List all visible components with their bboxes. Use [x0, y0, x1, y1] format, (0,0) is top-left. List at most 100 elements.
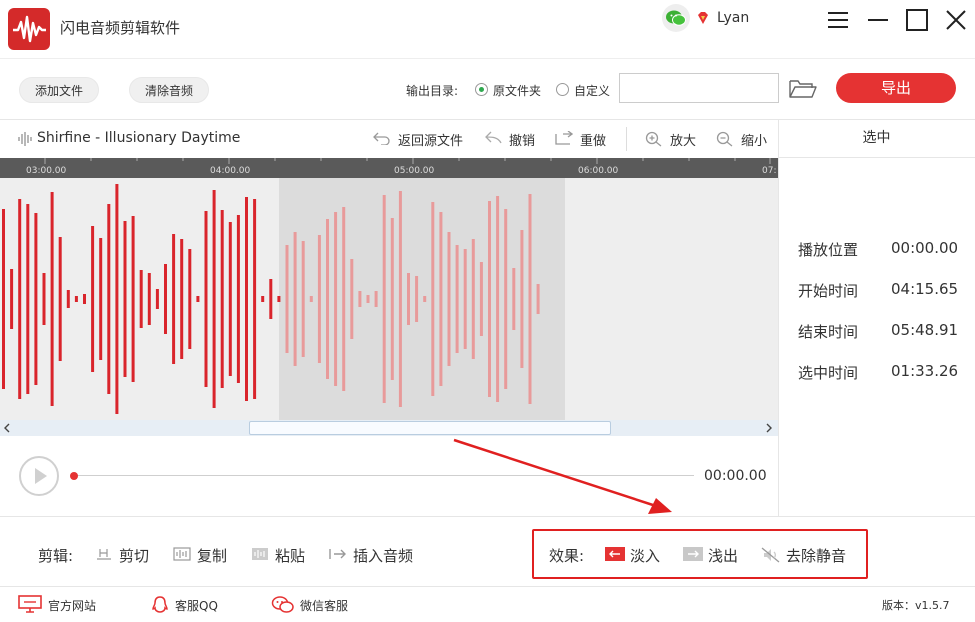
waveform-bar	[34, 213, 38, 385]
waveform-graph	[0, 178, 778, 420]
waveform-bar	[390, 218, 394, 380]
waveform-bar	[536, 284, 540, 314]
output-path-input[interactable]	[619, 73, 779, 103]
waveform-bar	[293, 232, 297, 366]
waveform-bar	[91, 226, 95, 372]
waveform-bar	[155, 289, 159, 309]
waveform-bar	[520, 230, 524, 368]
waveform-bar	[245, 197, 248, 401]
zoom-in-icon[interactable]	[645, 131, 662, 147]
play-position-value: 00:00.00	[891, 239, 959, 257]
waveform-bar	[463, 249, 467, 349]
fade-out-button[interactable]: 浅出	[708, 545, 738, 566]
zoom-in-button[interactable]: 放大	[670, 130, 696, 149]
playback-progress-handle[interactable]	[70, 472, 78, 480]
cut-icon[interactable]	[95, 547, 113, 561]
waveform-bar	[99, 238, 103, 360]
waveform-bar	[334, 212, 338, 386]
timeline-ruler[interactable]	[0, 158, 778, 178]
waveform-bar	[488, 201, 491, 397]
fade-in-icon[interactable]	[605, 547, 625, 561]
waveform-bar	[107, 204, 111, 394]
scroll-left-icon[interactable]	[3, 423, 11, 433]
timeline-tick-label: 07:	[762, 166, 777, 176]
playback-time: 00:00.00	[704, 468, 767, 484]
copy-button[interactable]: 复制	[197, 545, 227, 566]
waveform-bar	[10, 269, 14, 329]
toolbar-divider	[626, 127, 627, 151]
waveform-bar	[115, 184, 119, 414]
scroll-thumb[interactable]	[249, 421, 611, 435]
wechat-support-icon[interactable]	[271, 595, 294, 613]
waveform-bar	[188, 249, 192, 349]
website-link[interactable]: 官方网站	[48, 597, 96, 614]
cut-button[interactable]: 剪切	[119, 545, 149, 566]
waveform-bar	[228, 222, 232, 376]
paste-icon[interactable]	[251, 547, 269, 561]
end-time-value: 05:48.91	[891, 321, 959, 339]
qq-icon[interactable]	[150, 595, 172, 613]
insert-audio-icon[interactable]	[328, 547, 346, 561]
waveform-bar	[447, 232, 451, 366]
waveform-bar	[42, 273, 46, 325]
waveform-bar	[277, 296, 281, 302]
duration-value: 01:33.26	[891, 362, 959, 380]
insert-audio-button[interactable]: 插入音频	[353, 545, 413, 566]
menu-icon[interactable]	[826, 8, 850, 32]
redo-icon[interactable]	[555, 131, 573, 145]
clear-audio-button[interactable]: 清除音频	[129, 77, 209, 103]
waveform-bar	[439, 212, 443, 386]
waveform-bar	[66, 290, 70, 308]
footer	[0, 586, 975, 622]
close-icon[interactable]	[944, 8, 968, 32]
remove-silence-button[interactable]: 去除静音	[786, 545, 846, 566]
waveform-bar	[212, 190, 216, 408]
remove-silence-icon[interactable]	[761, 547, 780, 563]
undo-icon[interactable]	[485, 131, 502, 145]
fade-out-icon[interactable]	[683, 547, 703, 561]
wechat-login-icon[interactable]	[662, 4, 690, 32]
revert-button[interactable]: 返回源文件	[398, 130, 463, 149]
track-name: Shirfine - Illusionary Daytime	[37, 130, 241, 146]
timeline-tick-label: 03:00.00	[26, 166, 67, 176]
zoom-out-icon[interactable]	[716, 131, 733, 147]
fade-in-button[interactable]: 淡入	[630, 545, 660, 566]
add-file-button[interactable]: 添加文件	[19, 77, 99, 103]
waveform-bar	[504, 209, 508, 389]
version-label: 版本：v1.5.7	[882, 599, 950, 612]
custom-folder-radio[interactable]	[556, 83, 569, 96]
waveform-bar	[415, 276, 419, 322]
waveform-bar	[164, 264, 167, 334]
folder-open-icon[interactable]	[788, 77, 818, 101]
waveform-bar	[204, 211, 208, 387]
waveform-bar	[285, 245, 289, 353]
minimize-icon[interactable]	[866, 8, 890, 32]
user-name[interactable]: Lyan	[717, 10, 749, 26]
waveform-bar	[74, 296, 78, 302]
redo-button[interactable]: 重做	[580, 130, 606, 149]
revert-icon[interactable]	[373, 131, 390, 145]
audio-track-icon	[18, 131, 32, 147]
original-folder-radio[interactable]	[475, 83, 488, 96]
paste-button[interactable]: 粘贴	[275, 545, 305, 566]
undo-button[interactable]: 撤销	[509, 130, 535, 149]
wechat-support-link[interactable]: 微信客服	[300, 597, 348, 614]
export-button[interactable]: 导出	[836, 73, 956, 103]
waveform-bar	[309, 296, 313, 302]
play-button[interactable]	[19, 456, 59, 496]
waveform-bar	[83, 294, 86, 304]
edit-section-label: 剪辑:	[38, 547, 74, 565]
maximize-icon[interactable]	[905, 8, 929, 32]
scroll-right-icon[interactable]	[765, 423, 773, 433]
copy-icon[interactable]	[173, 547, 191, 561]
qq-support-link[interactable]: 客服QQ	[175, 597, 218, 614]
app-logo-icon	[8, 8, 50, 50]
output-directory-label: 输出目录:	[406, 84, 459, 98]
waveform-bar	[471, 239, 475, 359]
website-icon[interactable]	[18, 595, 42, 613]
waveform-bar	[317, 235, 321, 363]
zoom-out-button[interactable]: 缩小	[741, 130, 767, 149]
waveform-bar	[398, 191, 402, 407]
waveform-bar	[196, 296, 200, 302]
waveform-bar	[512, 268, 516, 330]
